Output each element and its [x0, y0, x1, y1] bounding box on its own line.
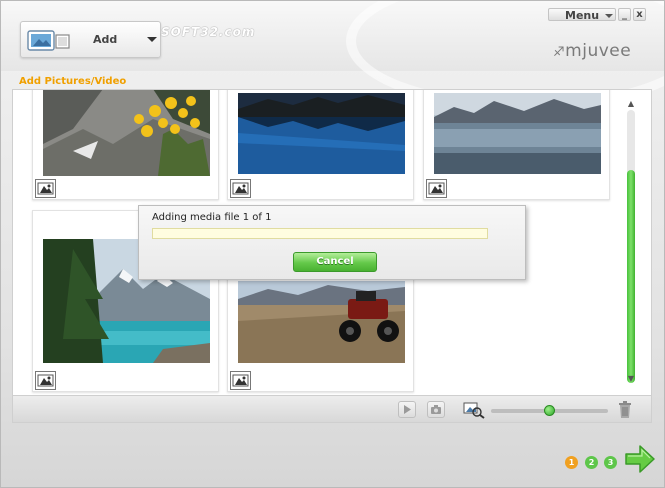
photo-edit-icon[interactable]	[426, 179, 447, 198]
chevron-down-icon	[605, 14, 613, 18]
add-media-button[interactable]: Add	[20, 21, 161, 58]
menu-button[interactable]: Menu	[548, 8, 616, 22]
zoom-icon[interactable]	[463, 401, 485, 419]
menu-bar: Menu _ x	[548, 8, 647, 22]
camera-button[interactable]	[427, 401, 445, 418]
step-3-indicator[interactable]: 3	[604, 456, 617, 469]
zoom-slider-handle[interactable]	[544, 405, 555, 416]
play-icon	[404, 405, 411, 414]
trash-icon[interactable]	[618, 400, 632, 419]
camera-icon	[431, 405, 441, 414]
scrollbar-thumb[interactable]	[627, 170, 635, 383]
media-item[interactable]	[227, 90, 414, 200]
media-item[interactable]	[423, 90, 610, 200]
header: Add SOFT32.com Menu _ x ♐mjuvee	[1, 1, 664, 111]
minimize-button[interactable]: _	[618, 8, 631, 21]
media-thumbnail	[43, 90, 210, 176]
progress-bar	[152, 228, 488, 239]
step-2-indicator[interactable]: 2	[585, 456, 598, 469]
step-1-indicator[interactable]: 1	[565, 456, 578, 469]
add-button-label: Add	[93, 33, 118, 46]
zoom-slider[interactable]	[491, 405, 608, 416]
photo-edit-icon[interactable]	[35, 179, 56, 198]
mjuvee-logo: ♐mjuvee	[553, 41, 631, 61]
chevron-down-icon[interactable]	[147, 37, 157, 42]
photo-edit-icon[interactable]	[35, 371, 56, 390]
play-button[interactable]	[398, 401, 416, 418]
app-window: Add SOFT32.com Menu _ x ♐mjuvee Add Pict…	[0, 0, 665, 488]
logo-figure-icon: ♐	[553, 45, 566, 60]
scroll-down-arrow-icon[interactable]: ▼	[627, 375, 635, 383]
gallery-toolbar	[12, 396, 652, 423]
logo-text: mjuvee	[565, 41, 632, 61]
add-photos-icon	[27, 30, 70, 51]
watermark-text: SOFT32.com	[161, 25, 256, 39]
media-thumbnail	[238, 281, 405, 363]
scrollbar-rail[interactable]	[627, 110, 635, 383]
photo-edit-icon[interactable]	[230, 179, 251, 198]
scroll-up-arrow-icon[interactable]: ▲	[627, 100, 635, 108]
photo-edit-icon[interactable]	[230, 371, 251, 390]
next-arrow-icon[interactable]	[624, 444, 656, 474]
cancel-button[interactable]: Cancel	[293, 252, 377, 272]
progress-message: Adding media file 1 of 1	[152, 212, 272, 223]
section-title: Add Pictures/Video	[19, 76, 127, 87]
media-thumbnail	[238, 93, 405, 174]
vertical-scrollbar[interactable]: ▲ ▼	[627, 100, 635, 383]
menu-label: Menu	[565, 9, 600, 22]
media-item[interactable]	[32, 90, 219, 200]
close-button[interactable]: x	[633, 8, 646, 21]
progress-dialog: Adding media file 1 of 1 Cancel	[138, 205, 526, 280]
media-thumbnail	[434, 93, 601, 174]
